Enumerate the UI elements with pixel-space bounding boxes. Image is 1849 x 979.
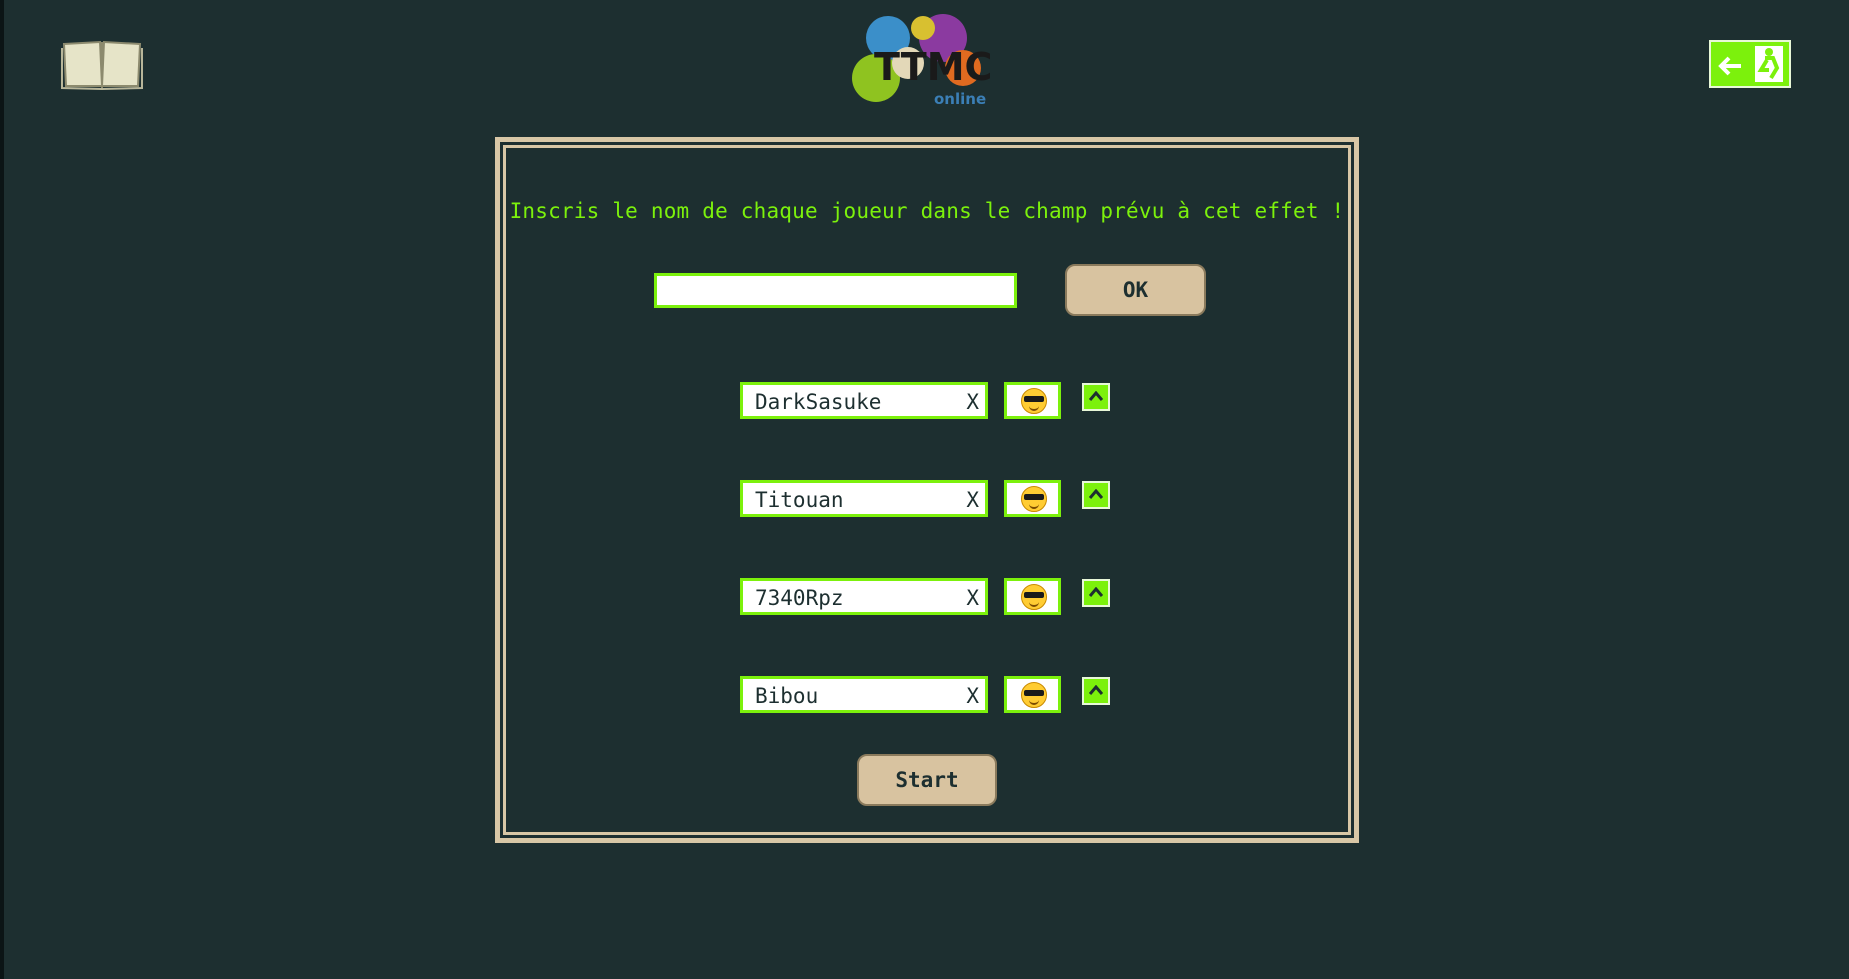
player-name-input[interactable] bbox=[654, 273, 1017, 308]
chevron-up-icon bbox=[1089, 587, 1103, 597]
sunglasses-emoji-icon bbox=[1021, 486, 1047, 512]
ok-button[interactable]: OK bbox=[1065, 264, 1206, 316]
player-name: DarkSasuke bbox=[755, 390, 882, 414]
remove-player-button[interactable]: X bbox=[966, 390, 979, 414]
ttmc-online-logo: TTMC online bbox=[848, 8, 996, 122]
player-name-field: Bibou X bbox=[740, 676, 988, 713]
avatar-select-button[interactable] bbox=[1004, 676, 1061, 713]
player-setup-panel: Inscris le nom de chaque joueur dans le … bbox=[495, 137, 1359, 843]
page: TTMC online Inscris le nom de chaque jou… bbox=[0, 0, 1849, 979]
player-name-field: DarkSasuke X bbox=[740, 382, 988, 419]
avatar-select-button[interactable] bbox=[1004, 382, 1061, 419]
player-row: Bibou X bbox=[500, 676, 1354, 713]
chevron-up-icon bbox=[1089, 391, 1103, 401]
player-name-field: 7340Rpz X bbox=[740, 578, 988, 615]
chevron-up-icon bbox=[1089, 489, 1103, 499]
start-button[interactable]: Start bbox=[857, 754, 997, 806]
player-row: DarkSasuke X bbox=[500, 382, 1354, 419]
open-book-icon bbox=[61, 40, 143, 91]
rules-book-button[interactable] bbox=[60, 36, 144, 91]
sunglasses-emoji-icon bbox=[1021, 388, 1047, 414]
move-up-button[interactable] bbox=[1082, 677, 1110, 705]
move-up-button[interactable] bbox=[1082, 383, 1110, 411]
player-name: Titouan bbox=[755, 488, 844, 512]
player-name: 7340Rpz bbox=[755, 586, 844, 610]
remove-player-button[interactable]: X bbox=[966, 684, 979, 708]
player-name: Bibou bbox=[755, 684, 819, 708]
sunglasses-emoji-icon bbox=[1021, 682, 1047, 708]
svg-text:online: online bbox=[934, 90, 986, 108]
exit-button[interactable] bbox=[1709, 40, 1791, 88]
avatar-select-button[interactable] bbox=[1004, 578, 1061, 615]
move-up-button[interactable] bbox=[1082, 579, 1110, 607]
chevron-up-icon bbox=[1089, 685, 1103, 695]
player-row: 7340Rpz X bbox=[500, 578, 1354, 615]
remove-player-button[interactable]: X bbox=[966, 488, 979, 512]
remove-player-button[interactable]: X bbox=[966, 586, 979, 610]
instruction-text: Inscris le nom de chaque joueur dans le … bbox=[509, 199, 1345, 223]
move-up-button[interactable] bbox=[1082, 481, 1110, 509]
left-edge-divider bbox=[0, 0, 4, 979]
svg-text:TTMC: TTMC bbox=[874, 45, 992, 89]
avatar-select-button[interactable] bbox=[1004, 480, 1061, 517]
player-row: Titouan X bbox=[500, 480, 1354, 517]
emergency-exit-icon bbox=[1718, 46, 1783, 82]
sunglasses-emoji-icon bbox=[1021, 584, 1047, 610]
player-name-field: Titouan X bbox=[740, 480, 988, 517]
